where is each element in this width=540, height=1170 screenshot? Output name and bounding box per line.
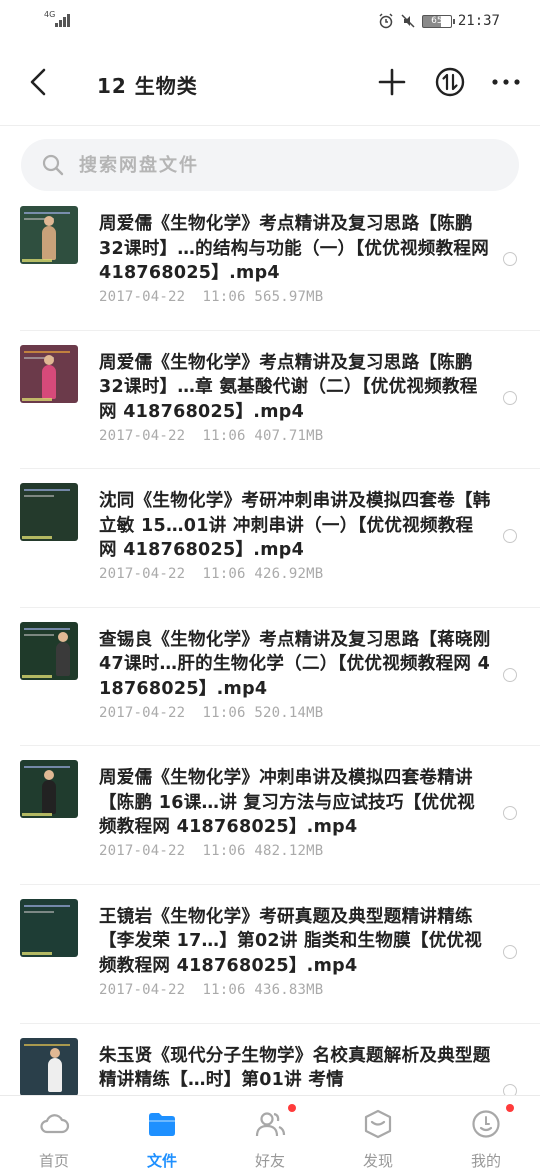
folder-icon [149, 1113, 175, 1136]
file-name: 周爱儒《生物化学》考点精讲及复习思路【陈鹏 32课时】…章 氨基酸代谢（二）【优… [99, 352, 478, 422]
file-row[interactable]: 朱玉贤《现代分子生物学》名校真题解析及典型题精讲精练【…时】第01讲 考情 [20, 1024, 540, 1095]
signal-bars-icon [55, 14, 70, 27]
more-dots-icon [492, 79, 520, 85]
nav-friends[interactable]: 好友 [216, 1096, 324, 1170]
nav-files[interactable]: 文件 [108, 1096, 216, 1170]
nav-label: 好友 [254, 1152, 285, 1170]
file-name: 周爱儒《生物化学》冲刺串讲及模拟四套卷精讲【陈鹏 16课…讲 复习方法与应试技巧… [99, 768, 475, 838]
nav-home[interactable]: 首页 [0, 1096, 108, 1170]
battery-icon: 65 [421, 14, 455, 28]
signal-indicator: 4G [44, 10, 70, 27]
friends-icon [255, 1112, 286, 1137]
status-bar: 4G 65 21:37 [0, 0, 540, 42]
file-meta: 2017-04-22 11:06 482.12MB [99, 843, 324, 860]
file-name: 周爱儒《生物化学》考点精讲及复习思路【陈鹏 32课时】…的结构与功能（一）【优优… [99, 214, 490, 283]
nav-label: 我的 [470, 1152, 501, 1170]
plus-icon [378, 68, 406, 96]
video-thumbnail [20, 206, 78, 264]
video-thumbnail [20, 898, 78, 957]
select-radio[interactable] [503, 390, 517, 405]
sort-button[interactable] [432, 64, 468, 100]
add-button[interactable] [374, 64, 410, 100]
search-icon [42, 154, 64, 176]
alarm-icon [379, 13, 393, 29]
file-row[interactable]: 沈同《生物化学》考研冲刺串讲及模拟四套卷【韩立敏 15…01讲 冲刺串讲（一）【… [20, 469, 540, 608]
file-name: 查锡良《生物化学》考点精讲及复习思路【蒋晓刚 47课时…肝的生物化学（二）【优优… [99, 629, 491, 699]
nav-label: 发现 [362, 1152, 393, 1170]
file-row[interactable]: 周爱儒《生物化学》冲刺串讲及模拟四套卷精讲【陈鹏 16课…讲 复习方法与应试技巧… [20, 746, 540, 885]
page-title: 12 生物类 [97, 74, 198, 98]
file-meta: 2017-04-22 11:06 407.71MB [99, 427, 324, 444]
select-radio[interactable] [503, 252, 517, 266]
select-radio[interactable] [503, 667, 517, 682]
mute-icon [401, 14, 415, 28]
select-radio[interactable] [503, 529, 517, 544]
video-thumbnail [20, 760, 78, 819]
thumbnail-background [20, 483, 78, 542]
search-bar[interactable] [21, 139, 519, 191]
file-row[interactable]: 周爱儒《生物化学》考点精讲及复习思路【陈鹏 32课时】…的结构与功能（一）【优优… [20, 192, 540, 331]
file-row[interactable]: 周爱儒《生物化学》考点精讲及复习思路【陈鹏 32课时】…章 氨基酸代谢（二）【优… [20, 331, 540, 470]
file-name: 沈同《生物化学》考研冲刺串讲及模拟四套卷【韩立敏 15…01讲 冲刺串讲（一）【… [99, 491, 491, 561]
back-button[interactable] [22, 64, 58, 100]
nav-discover[interactable]: 发现 [324, 1096, 432, 1170]
battery-level: 65 [431, 15, 443, 26]
thumbnail-background [20, 898, 78, 957]
file-name: 朱玉贤《现代分子生物学》名校真题解析及典型题精讲精练【…时】第01讲 考情 [99, 1045, 491, 1091]
cloud-icon [40, 1114, 70, 1134]
nav-label: 文件 [146, 1152, 177, 1170]
video-thumbnail [20, 344, 78, 403]
file-meta: 2017-04-22 11:06 520.14MB [99, 704, 324, 721]
status-right: 65 21:37 [378, 11, 500, 31]
file-list[interactable]: 周爱儒《生物化学》考点精讲及复习思路【陈鹏 32课时】…的结构与功能（一）【优优… [0, 192, 540, 1095]
select-radio[interactable] [503, 944, 517, 959]
chevron-left-icon [30, 68, 46, 96]
sort-icon [435, 67, 465, 97]
video-thumbnail [20, 621, 78, 680]
file-meta: 2017-04-22 11:06 436.83MB [99, 981, 324, 998]
file-row[interactable]: 查锡良《生物化学》考点精讲及复习思路【蒋晓刚 47课时…肝的生物化学（二）【优优… [20, 608, 540, 747]
discover-icon [364, 1109, 392, 1139]
bottom-nav: 首页 文件 好友 发现 我的 [0, 1095, 540, 1170]
more-button[interactable] [488, 64, 524, 100]
file-row[interactable]: 王镜岩《生物化学》考研真题及典型题精讲精练【李发荣 17…】第02讲 脂类和生物… [20, 885, 540, 1024]
file-name: 王镜岩《生物化学》考研真题及典型题精讲精练【李发荣 17…】第02讲 脂类和生物… [99, 906, 483, 976]
file-meta: 2017-04-22 11:06 426.92MB [99, 566, 324, 583]
select-radio[interactable] [503, 806, 517, 821]
header: 12 生物类 [0, 42, 540, 126]
file-meta: 2017-04-22 11:06 565.97MB [99, 289, 324, 305]
clock: 21:37 [457, 13, 500, 29]
notification-dot [506, 1104, 514, 1112]
nav-profile[interactable]: 我的 [432, 1096, 540, 1170]
search-input[interactable] [79, 149, 499, 181]
video-thumbnail [20, 483, 78, 542]
video-thumbnail [20, 1037, 78, 1095]
nav-label: 首页 [38, 1152, 69, 1170]
profile-icon [472, 1110, 500, 1138]
notification-dot [288, 1104, 296, 1112]
select-radio[interactable] [503, 1083, 517, 1095]
